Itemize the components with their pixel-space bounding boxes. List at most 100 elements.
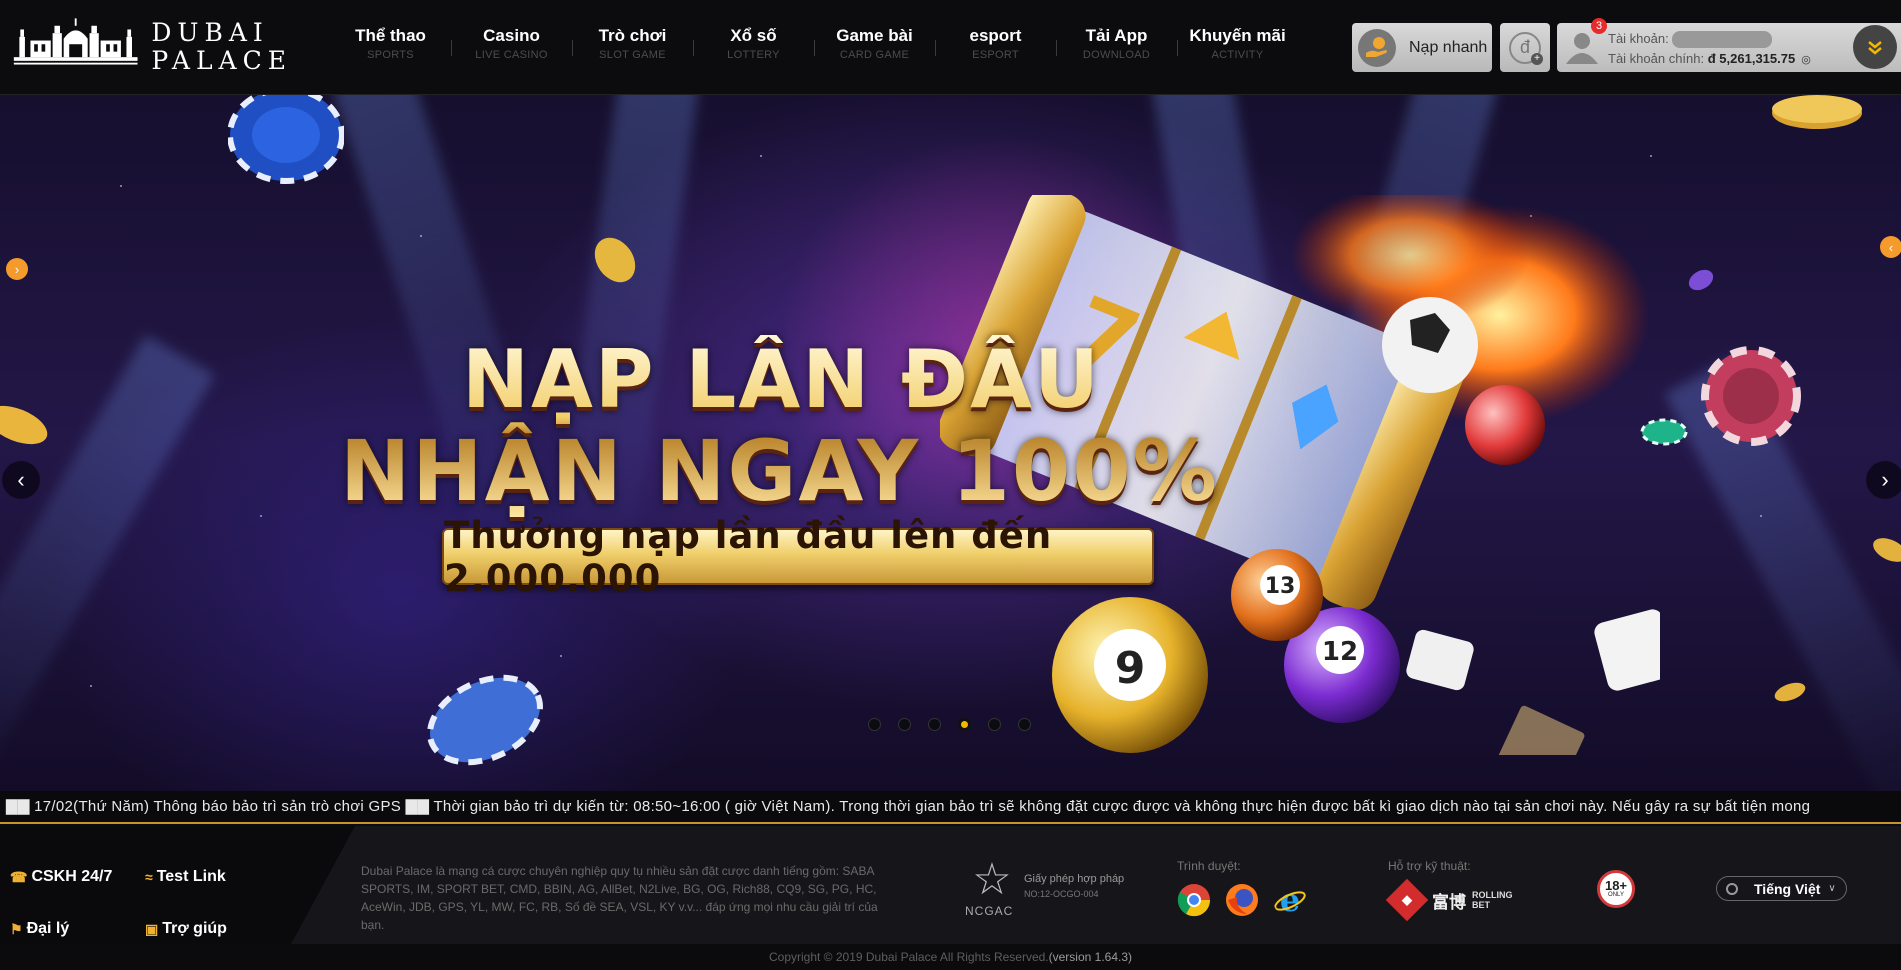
svg-text:e: e — [1280, 883, 1300, 917]
star — [120, 185, 122, 187]
palace-logo-icon — [13, 18, 138, 65]
carousel-dot-1[interactable] — [868, 718, 881, 731]
promo-headline-line-2: NHẬN NGAY 100% — [340, 422, 1219, 520]
chevron-right-icon: › — [1881, 467, 1889, 492]
site-footer: ☎ CSKH 24/7 ≈ Test Link ⚑ Đại lý ▣ Trợ giúp … — [0, 826, 1901, 944]
star-icon: ☆ — [972, 855, 1012, 904]
wallet-transfer-button[interactable]: đ — [1500, 23, 1550, 72]
help-label: Trợ giúp — [162, 920, 227, 937]
ball-13-label: 13 — [1265, 574, 1296, 599]
carousel-dot-2[interactable] — [898, 718, 911, 731]
gold-coin-icon — [1774, 682, 1806, 702]
nav-label: Game bài — [836, 26, 913, 45]
nav-item-card-game[interactable]: Game bài CARD GAME — [814, 26, 935, 70]
account-menu-toggle[interactable] — [1853, 25, 1897, 69]
age-restriction-badge: 18+ ONLY — [1597, 870, 1635, 908]
double-chevron-down-icon — [1868, 41, 1882, 55]
nav-label: Xổ số — [730, 26, 777, 45]
announcement-text: ▇▇ 17/02(Thứ Năm) Thông báo bảo trì sản … — [6, 798, 1811, 815]
nav-item-slot-game[interactable]: Trò chơi SLOT GAME — [572, 26, 693, 70]
brand-logo[interactable]: DUBAI PALACE — [12, 16, 292, 78]
carousel-dot-6[interactable] — [1018, 718, 1031, 731]
age-limit: 18+ — [1604, 878, 1628, 893]
carousel-next-button[interactable]: › — [1866, 461, 1901, 499]
globe-icon — [1726, 882, 1738, 895]
nav-item-esport[interactable]: esport ESPORT — [935, 26, 1056, 70]
deposit-hand-icon — [1358, 28, 1396, 67]
nav-item-casino[interactable]: Casino LIVE CASINO — [451, 26, 572, 70]
browsers-label: Trình duyệt: — [1177, 859, 1241, 873]
star — [1760, 515, 1762, 517]
test-link-label: Test Link — [156, 868, 226, 885]
balance-value: đ 5,261,315.75 — [1707, 51, 1796, 66]
blue-chip-icon — [228, 95, 344, 184]
star — [1650, 155, 1652, 157]
quick-deposit-label: Nạp nhanh — [1409, 38, 1488, 56]
chat-icon: ▣ — [145, 920, 159, 937]
tech-partner-en-2: BET — [1472, 900, 1490, 910]
gold-coin-icon — [594, 237, 636, 283]
promo-headline-line-1: NẠP LẦN ĐẦU — [462, 333, 1101, 426]
right-float-tab[interactable]: ‹ — [1880, 236, 1901, 258]
ie-icon[interactable]: e — [1273, 883, 1307, 917]
balance-row: Tài khoản chính: đ 5,261,315.75 ◎ — [1608, 51, 1811, 66]
purple-chip-icon — [1688, 269, 1714, 291]
thumbs-up-icon: ⚑ — [10, 920, 23, 937]
gold-coin-icon — [1772, 95, 1862, 129]
chevron-left-icon: ‹ — [1888, 239, 1894, 255]
notification-badge[interactable]: 3 — [1591, 18, 1607, 34]
nav-label: Khuyến mãi — [1189, 26, 1286, 45]
main-nav: Thể thao SPORTS Casino LIVE CASINO Trò chơ… — [330, 26, 1298, 70]
nav-sublabel: LOTTERY — [727, 49, 780, 61]
account-label: Tài khoản: — [1608, 31, 1669, 46]
firefox-icon[interactable] — [1225, 883, 1259, 917]
help-link[interactable]: ▣ Trợ giúp — [145, 920, 227, 938]
test-link[interactable]: ≈ Test Link — [145, 868, 226, 886]
ball-12-label: 12 — [1322, 637, 1358, 667]
masked-username — [1671, 31, 1772, 49]
nav-sublabel: ACTIVITY — [1211, 49, 1264, 61]
chrome-icon[interactable] — [1177, 883, 1211, 917]
customer-support-label: CSKH 24/7 — [31, 868, 113, 885]
nav-label: Trò chơi — [598, 26, 667, 45]
left-float-tab[interactable]: › — [6, 258, 28, 280]
nav-sublabel: LIVE CASINO — [475, 49, 548, 61]
nav-label: Tải App — [1085, 26, 1148, 45]
nav-sublabel: SLOT GAME — [599, 49, 666, 61]
tech-partner-cn: 富博 — [1432, 892, 1466, 912]
promo-headline: NẠP LẦN ĐẦU NHẬN NGAY 100% — [340, 335, 1280, 517]
tech-support-label: Hỗ trợ kỹ thuật: — [1388, 859, 1471, 873]
top-header: DUBAI PALACE Thể thao SPORTS Casino LIVE C… — [0, 0, 1901, 95]
nav-item-lottery[interactable]: Xổ số LOTTERY — [693, 26, 814, 70]
star — [90, 685, 92, 687]
carousel-prev-button[interactable]: ‹ — [2, 461, 40, 499]
copyright-text: Copyright © 2019 Dubai Palace All Rights… — [768, 950, 1049, 964]
agent-label: Đại lý — [26, 920, 70, 937]
quick-deposit-button[interactable]: Nạp nhanh — [1352, 23, 1492, 72]
eye-icon[interactable]: ◎ — [1801, 53, 1811, 66]
announcement-ticker[interactable]: ▇▇ 17/02(Thứ Năm) Thông báo bảo trì sản … — [0, 791, 1901, 824]
gold-coin-icon — [1873, 538, 1901, 562]
account-name-row: Tài khoản: — [1608, 31, 1772, 49]
customer-support-link[interactable]: ☎ CSKH 24/7 — [10, 868, 112, 886]
headset-icon: ☎ — [10, 868, 28, 885]
brand-wordmark: DUBAI PALACE — [151, 19, 292, 75]
nav-sublabel: SPORTS — [367, 49, 414, 61]
nav-item-sports[interactable]: Thể thao SPORTS — [330, 26, 451, 70]
carousel-dot-4[interactable] — [958, 718, 971, 731]
star — [420, 235, 422, 237]
chevron-right-icon: › — [14, 261, 20, 277]
carousel-dot-3[interactable] — [928, 718, 941, 731]
nav-item-activity[interactable]: Khuyến mãi ACTIVITY — [1177, 26, 1298, 70]
nav-sublabel: ESPORT — [972, 49, 1019, 61]
carousel-dot-5[interactable] — [988, 718, 1001, 731]
star — [760, 155, 762, 157]
agent-link[interactable]: ⚑ Đại lý — [10, 920, 69, 938]
nav-item-download[interactable]: Tải App DOWNLOAD — [1056, 26, 1177, 70]
blue-chip-icon — [427, 674, 543, 766]
avatar[interactable] — [1563, 28, 1601, 66]
brand-line-1: DUBAI — [151, 18, 269, 47]
language-select[interactable]: Tiếng Việt ∨ — [1716, 876, 1847, 901]
promo-carousel[interactable]: 7 9 12 13 NẠP LẦN ĐẦU NHẬN NGAY 100% Thư… — [0, 95, 1901, 791]
license-badge[interactable]: ☆ NCGAC Giấy phép hợp pháp NO:12-OCGO-00… — [963, 855, 1124, 919]
